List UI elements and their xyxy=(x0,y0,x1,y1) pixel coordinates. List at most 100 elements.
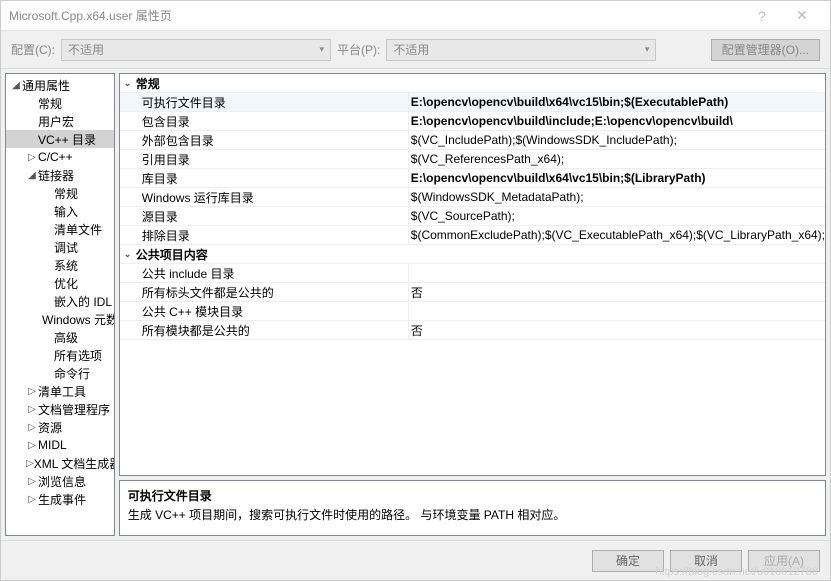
property-value[interactable]: E:\opencv\opencv\build\include;E:\opencv… xyxy=(408,112,825,130)
config-manager-button[interactable]: 配置管理器(O)... xyxy=(711,39,820,61)
property-row[interactable]: 所有标头文件都是公共的否 xyxy=(120,283,825,302)
tree-item[interactable]: VC++ 目录 xyxy=(6,130,114,148)
tree-item-label: 用户宏 xyxy=(38,113,74,130)
tree-collapsed-icon: ▷ xyxy=(26,152,38,163)
tree-expanded-icon: ◢ xyxy=(26,170,38,181)
tree-item[interactable]: 所有选项 xyxy=(6,346,114,364)
config-label: 配置(C): xyxy=(11,41,55,58)
tree-item[interactable]: 用户宏 xyxy=(6,112,114,130)
tree-item[interactable]: 命令行 xyxy=(6,364,114,382)
property-value[interactable]: E:\opencv\opencv\build\x64\vc15\bin;$(Li… xyxy=(408,169,825,187)
tree-item[interactable]: 常规 xyxy=(6,94,114,112)
footer: 确定 取消 应用(A) https://blog.csdn.net/u01001… xyxy=(1,540,830,580)
tree-collapsed-icon: ▷ xyxy=(26,494,38,505)
tree-item-label: 所有选项 xyxy=(54,347,102,364)
tree-item[interactable]: ▷XML 文档生成器 xyxy=(6,454,114,472)
tree-item-label: 输入 xyxy=(54,203,78,220)
property-row[interactable]: 公共 C++ 模块目录 xyxy=(120,302,825,321)
property-value[interactable]: E:\opencv\opencv\build\x64\vc15\bin;$(Ex… xyxy=(408,93,825,111)
tree-item-label: 高级 xyxy=(54,329,78,346)
property-value[interactable]: $(VC_SourcePath); xyxy=(408,207,825,225)
property-row[interactable]: 库目录E:\opencv\opencv\build\x64\vc15\bin;$… xyxy=(120,169,825,188)
property-label: 引用目录 xyxy=(120,151,408,168)
description-title: 可执行文件目录 xyxy=(128,487,817,504)
property-row[interactable]: 外部包含目录$(VC_IncludePath);$(WindowsSDK_Inc… xyxy=(120,131,825,150)
tree-item[interactable]: ▷文档管理程序 xyxy=(6,400,114,418)
ok-button[interactable]: 确定 xyxy=(592,550,664,572)
tree-expanded-icon: ◢ xyxy=(10,80,22,91)
toolbar: 配置(C): 不适用 ▾ 平台(P): 不适用 ▾ 配置管理器(O)... xyxy=(1,31,830,69)
property-label: 可执行文件目录 xyxy=(120,94,408,111)
tree-item[interactable]: 优化 xyxy=(6,274,114,292)
tree-item[interactable]: ▷浏览信息 xyxy=(6,472,114,490)
tree-item-label: 清单文件 xyxy=(54,221,102,238)
tree-item[interactable]: ▷MIDL xyxy=(6,436,114,454)
tree-item-label: XML 文档生成器 xyxy=(34,455,115,472)
main-area: ◢通用属性常规用户宏VC++ 目录▷C/C++◢链接器常规输入清单文件调试系统优… xyxy=(1,69,830,540)
property-value[interactable]: $(VC_ReferencesPath_x64); xyxy=(408,150,825,168)
property-value[interactable] xyxy=(408,302,825,320)
tree-item-label: Windows 元数据 xyxy=(42,311,115,328)
tree-item[interactable]: 高级 xyxy=(6,328,114,346)
property-label: 库目录 xyxy=(120,170,408,187)
property-row[interactable]: Windows 运行库目录$(WindowsSDK_MetadataPath); xyxy=(120,188,825,207)
tree-item[interactable]: ▷资源 xyxy=(6,418,114,436)
platform-label: 平台(P): xyxy=(337,41,380,58)
tree-item[interactable]: 清单文件 xyxy=(6,220,114,238)
property-row[interactable]: 引用目录$(VC_ReferencesPath_x64); xyxy=(120,150,825,169)
chevron-down-icon: ▾ xyxy=(645,44,650,55)
tree-item-label: 清单工具 xyxy=(38,383,86,400)
property-value[interactable]: 否 xyxy=(408,283,825,301)
tree-item-label: VC++ 目录 xyxy=(38,131,96,148)
tree-item[interactable]: ◢链接器 xyxy=(6,166,114,184)
tree-item[interactable]: 调试 xyxy=(6,238,114,256)
group-label: 常规 xyxy=(136,75,160,92)
property-value[interactable]: $(CommonExcludePath);$(VC_ExecutablePath… xyxy=(408,226,825,244)
platform-combo[interactable]: 不适用 ▾ xyxy=(386,39,656,61)
property-group-header[interactable]: ⌄公共项目内容 xyxy=(120,245,825,264)
cancel-button[interactable]: 取消 xyxy=(670,550,742,572)
tree-item[interactable]: ▷C/C++ xyxy=(6,148,114,166)
tree-item-label: 常规 xyxy=(54,185,78,202)
tree-item[interactable]: ▷生成事件 xyxy=(6,490,114,508)
description-text: 生成 VC++ 项目期间，搜索可执行文件时使用的路径。 与环境变量 PATH 相… xyxy=(128,506,817,523)
property-row[interactable]: 源目录$(VC_SourcePath); xyxy=(120,207,825,226)
tree-item[interactable]: Windows 元数据 xyxy=(6,310,114,328)
chevron-down-icon: ▾ xyxy=(319,44,324,55)
property-label: 排除目录 xyxy=(120,227,408,244)
group-expanded-icon: ⌄ xyxy=(124,78,136,89)
property-value[interactable]: $(VC_IncludePath);$(WindowsSDK_IncludePa… xyxy=(408,131,825,149)
tree-item-label: 文档管理程序 xyxy=(38,401,110,418)
property-value[interactable]: $(WindowsSDK_MetadataPath); xyxy=(408,188,825,206)
tree-item[interactable]: 常规 xyxy=(6,184,114,202)
tree-panel[interactable]: ◢通用属性常规用户宏VC++ 目录▷C/C++◢链接器常规输入清单文件调试系统优… xyxy=(5,73,115,536)
property-group-header[interactable]: ⌄常规 xyxy=(120,74,825,93)
property-row[interactable]: 所有模块都是公共的否 xyxy=(120,321,825,340)
property-label: 外部包含目录 xyxy=(120,132,408,149)
description-box: 可执行文件目录 生成 VC++ 项目期间，搜索可执行文件时使用的路径。 与环境变… xyxy=(119,480,826,536)
tree-item-label: C/C++ xyxy=(38,150,73,164)
tree-collapsed-icon: ▷ xyxy=(26,422,38,433)
property-value[interactable] xyxy=(408,264,825,282)
property-grid[interactable]: ⌄常规可执行文件目录E:\opencv\opencv\build\x64\vc1… xyxy=(119,73,826,476)
config-combo[interactable]: 不适用 ▾ xyxy=(61,39,331,61)
property-value[interactable]: 否 xyxy=(408,321,825,339)
property-row[interactable]: 排除目录$(CommonExcludePath);$(VC_Executable… xyxy=(120,226,825,245)
tree-item-label: 资源 xyxy=(38,419,62,436)
close-button[interactable]: ✕ xyxy=(782,7,822,24)
group-label: 公共项目内容 xyxy=(136,246,208,263)
property-row[interactable]: 包含目录E:\opencv\opencv\build\include;E:\op… xyxy=(120,112,825,131)
tree-item[interactable]: 输入 xyxy=(6,202,114,220)
apply-button[interactable]: 应用(A) xyxy=(748,550,820,572)
tree-item-label: 生成事件 xyxy=(38,491,86,508)
tree-item[interactable]: ◢通用属性 xyxy=(6,76,114,94)
tree-item-label: 链接器 xyxy=(38,167,74,184)
property-row[interactable]: 公共 include 目录 xyxy=(120,264,825,283)
help-button[interactable]: ? xyxy=(742,8,782,24)
property-row[interactable]: 可执行文件目录E:\opencv\opencv\build\x64\vc15\b… xyxy=(120,93,825,112)
tree-item[interactable]: 系统 xyxy=(6,256,114,274)
tree-item[interactable]: 嵌入的 IDL xyxy=(6,292,114,310)
tree-item-label: 调试 xyxy=(54,239,78,256)
tree-item-label: MIDL xyxy=(38,438,67,452)
tree-item[interactable]: ▷清单工具 xyxy=(6,382,114,400)
